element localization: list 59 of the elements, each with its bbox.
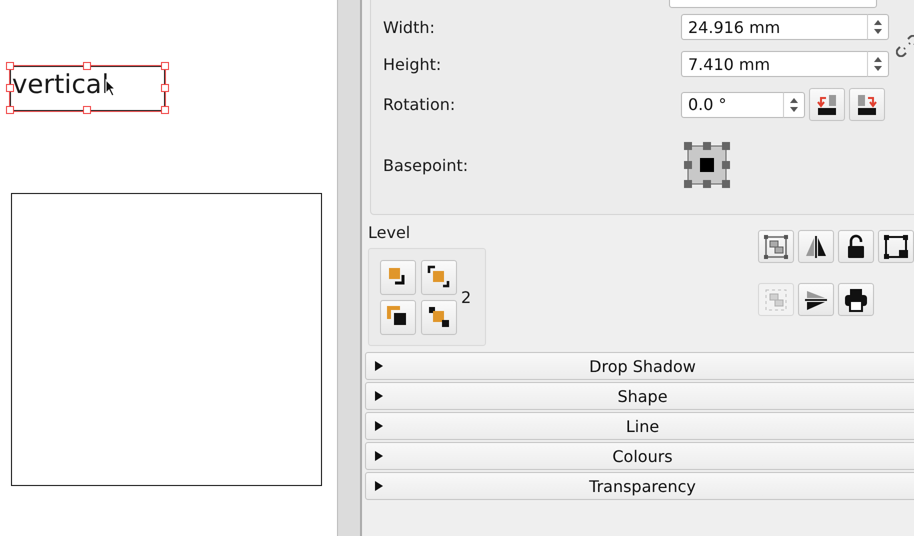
expand-arrow-icon [374, 481, 384, 491]
section-header[interactable]: Transparency [365, 472, 914, 500]
lower-icon [427, 305, 451, 329]
level-label: Level [368, 223, 410, 242]
field-label: Basepoint: [383, 156, 470, 174]
raise-icon [427, 265, 451, 289]
rotate-left-button[interactable] [809, 88, 845, 121]
section-header[interactable]: Colours [365, 442, 914, 470]
expand-arrow-icon [374, 451, 384, 461]
selection-handle[interactable] [83, 62, 91, 70]
level-button[interactable] [421, 260, 457, 294]
rotate-right-icon [855, 92, 879, 116]
spin-arrows-icon [873, 55, 883, 73]
mouse-pointer-icon [105, 79, 117, 97]
selection-handle[interactable] [6, 62, 14, 70]
selection-handle[interactable] [161, 106, 169, 114]
toolbar-button[interactable] [838, 230, 874, 263]
level-button[interactable] [421, 300, 457, 334]
spin-buttons[interactable] [868, 51, 889, 77]
level-button[interactable] [380, 260, 416, 294]
expand-arrow-icon [374, 391, 384, 401]
printer-icon [843, 286, 869, 312]
selection-handle[interactable] [161, 84, 169, 92]
spin-field[interactable]: 24.916 mm [681, 14, 868, 40]
field-label: Width: [383, 18, 436, 36]
spin-field[interactable]: 0.0 ° [681, 92, 784, 118]
rotate-right-button[interactable] [849, 88, 885, 121]
selection-handle[interactable] [83, 106, 91, 114]
spin-arrows-icon [873, 18, 883, 36]
section-header[interactable]: Line [365, 412, 914, 440]
expand-arrow-icon [374, 361, 384, 371]
basepoint-icon[interactable] [684, 142, 730, 188]
ungroup-icon [763, 286, 789, 312]
level-value: 2 [461, 288, 472, 306]
toolbar-button[interactable] [798, 230, 834, 263]
selection-handle[interactable] [6, 106, 14, 114]
spin-arrows-icon [789, 96, 799, 114]
spin-buttons[interactable] [784, 92, 805, 118]
flip-horizontal-icon [803, 234, 829, 260]
toolbar-button[interactable] [838, 283, 874, 316]
section-header[interactable]: Shape [365, 382, 914, 410]
frame-lock-icon [883, 234, 909, 260]
frame-text: vertical [12, 70, 109, 100]
scrollbar[interactable] [337, 0, 362, 536]
spin-buttons[interactable] [868, 14, 889, 40]
toolbar-button[interactable] [878, 230, 914, 263]
toolbar-button[interactable] [798, 283, 834, 316]
field-label: Rotation: [383, 95, 456, 114]
group-icon [763, 234, 789, 260]
rotate-left-icon [815, 92, 839, 116]
toolbar-button[interactable] [758, 230, 794, 263]
section-header[interactable]: Drop Shadow [365, 352, 914, 380]
selection-handle[interactable] [161, 62, 169, 70]
field-label: Height: [383, 54, 442, 74]
broken-link-icon[interactable] [896, 34, 914, 56]
selection-handle[interactable] [6, 84, 14, 92]
spin-field[interactable]: 7.410 mm [681, 51, 868, 77]
expand-arrow-icon [374, 421, 384, 431]
level-button[interactable] [380, 300, 416, 334]
